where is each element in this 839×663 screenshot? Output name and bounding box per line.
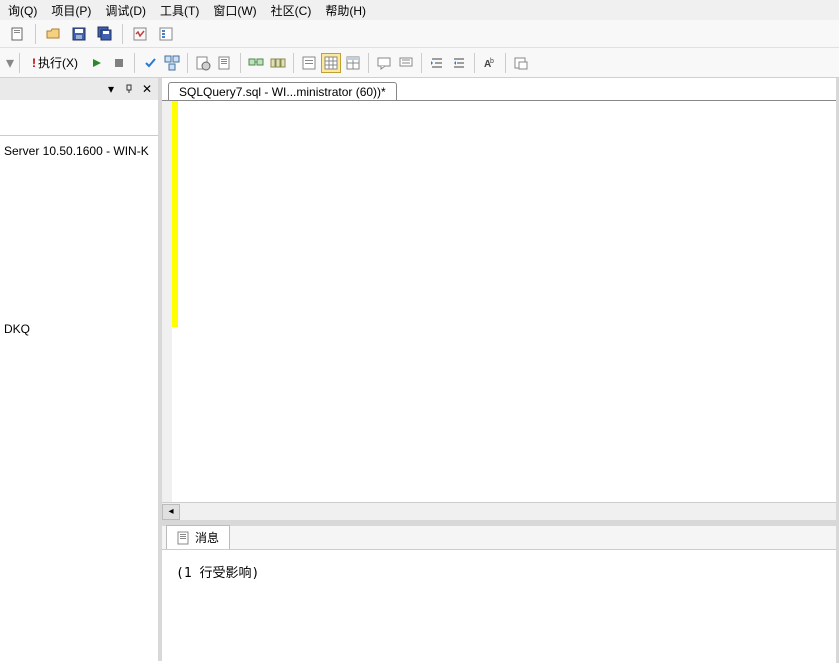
execute-exclaim-icon: ! (32, 56, 36, 70)
editor-panel: SQLQuery7.sql - WI...ministrator (60))* … (162, 78, 839, 661)
menu-query[interactable]: 询(Q) (8, 2, 37, 19)
include-plan-button[interactable] (246, 53, 266, 73)
comment-button[interactable] (374, 53, 394, 73)
separator (474, 53, 475, 73)
menu-community[interactable]: 社区(C) (271, 2, 312, 19)
separator (19, 53, 20, 73)
messages-tab[interactable]: 消息 (166, 525, 230, 549)
standard-toolbar (0, 20, 839, 48)
new-query-button[interactable] (6, 23, 30, 45)
dropdown-icon[interactable]: ▾ (104, 82, 118, 96)
code-editor[interactable]: delete FROM OPENQUERY([HIS], 'SELECT * F… (162, 100, 839, 502)
close-icon[interactable]: ✕ (140, 82, 154, 96)
results-tabbar: 消息 (162, 526, 839, 550)
outdent-button[interactable] (449, 53, 469, 73)
results-text-button[interactable] (299, 53, 319, 73)
sidebar-tree[interactable]: Server 10.50.1600 - WIN-K DKQ (0, 136, 158, 344)
query-options-button[interactable] (193, 53, 213, 73)
parse-button[interactable] (140, 53, 160, 73)
activity-button[interactable] (128, 23, 152, 45)
save-all-button[interactable] (93, 23, 117, 45)
sql-toolbar: ▾ ! 执行(X) (0, 48, 839, 78)
menu-bar: 询(Q) 项目(P) 调试(D) 工具(T) 窗口(W) 社区(C) 帮助(H) (0, 0, 839, 20)
execute-label: 执行(X) (38, 54, 78, 71)
sidebar-header: ▾ ✕ (0, 78, 158, 100)
intellisense-button[interactable] (215, 53, 235, 73)
server-node[interactable]: Server 10.50.1600 - WIN-K (4, 142, 154, 160)
dropdown-arrow-icon[interactable]: ▾ (6, 53, 14, 73)
open-button[interactable] (41, 23, 65, 45)
estimated-plan-button[interactable] (162, 53, 182, 73)
editor-gutter (162, 101, 172, 502)
messages-output[interactable]: (1 行受影响) (162, 550, 839, 661)
main-area: ▾ ✕ Server 10.50.1600 - WIN-K DKQ SQLQue… (0, 78, 839, 661)
editor-tab[interactable]: SQLQuery7.sql - WI...ministrator (60))* (168, 82, 397, 101)
execute-button[interactable]: ! 执行(X) (25, 52, 85, 74)
template-button[interactable] (511, 53, 531, 73)
code-area[interactable]: delete FROM OPENQUERY([HIS], 'SELECT * F… (178, 101, 839, 502)
results-file-button[interactable] (343, 53, 363, 73)
separator (134, 53, 135, 73)
stop-button[interactable] (109, 53, 129, 73)
properties-button[interactable] (154, 23, 178, 45)
editor-tabbar: SQLQuery7.sql - WI...ministrator (60))* (162, 78, 839, 100)
menu-help[interactable]: 帮助(H) (325, 2, 366, 19)
pin-icon[interactable] (122, 82, 136, 96)
menu-tools[interactable]: 工具(T) (160, 2, 199, 19)
separator (240, 53, 241, 73)
menu-window[interactable]: 窗口(W) (213, 2, 256, 19)
separator (122, 24, 123, 44)
save-button[interactable] (67, 23, 91, 45)
scroll-left-button[interactable]: ◂ (162, 504, 180, 520)
messages-icon (177, 531, 191, 545)
results-grid-button[interactable] (321, 53, 341, 73)
include-stats-button[interactable] (268, 53, 288, 73)
results-panel: 消息 (1 行受影响) (162, 526, 839, 661)
uncomment-button[interactable] (396, 53, 416, 73)
editor-hscrollbar[interactable]: ◂ (162, 502, 839, 520)
tree-node[interactable]: DKQ (4, 320, 154, 338)
sidebar-toolbar-blank (0, 100, 158, 136)
svg-text:b: b (490, 58, 494, 65)
separator (368, 53, 369, 73)
separator (505, 53, 506, 73)
separator (421, 53, 422, 73)
specify-values-button[interactable]: Ab (480, 53, 500, 73)
menu-project[interactable]: 项目(P) (51, 2, 91, 19)
separator (35, 24, 36, 44)
menu-debug[interactable]: 调试(D) (105, 2, 146, 19)
rows-affected-message: (1 行受影响) (176, 566, 259, 581)
separator (187, 53, 188, 73)
indent-button[interactable] (427, 53, 447, 73)
tab-title: SQLQuery7.sql - WI...ministrator (60))* (179, 85, 386, 99)
object-explorer: ▾ ✕ Server 10.50.1600 - WIN-K DKQ (0, 78, 162, 661)
separator (293, 53, 294, 73)
debug-button[interactable] (87, 53, 107, 73)
messages-tab-label: 消息 (195, 529, 219, 546)
